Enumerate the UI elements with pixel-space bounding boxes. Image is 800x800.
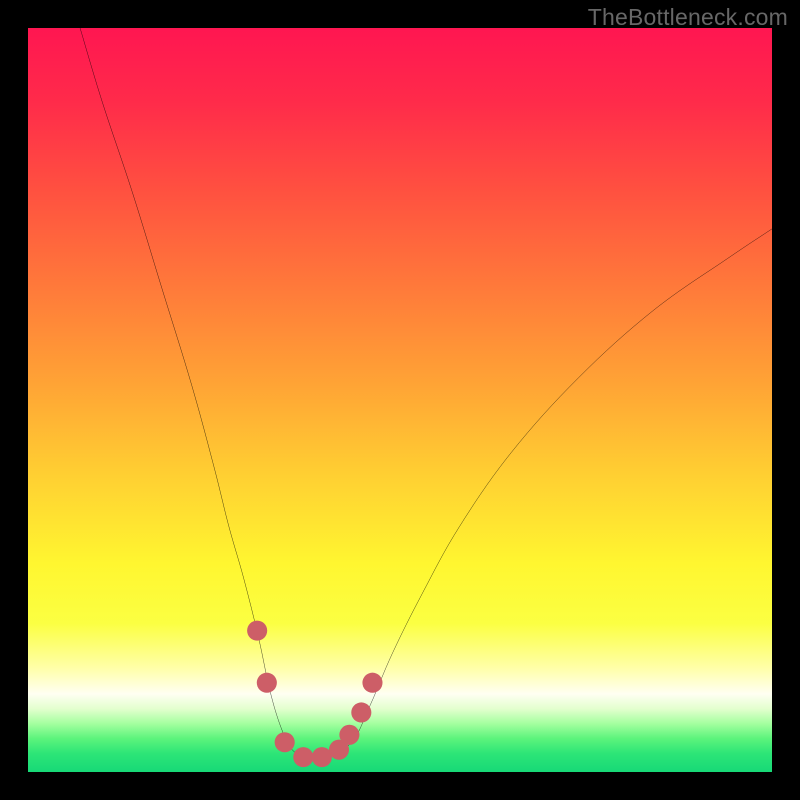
- highlight-dot: [312, 747, 332, 767]
- highlight-dot: [247, 621, 267, 641]
- curve-path: [80, 28, 772, 759]
- bottleneck-curve: [28, 28, 772, 772]
- highlight-dot: [257, 673, 277, 693]
- highlight-dot: [362, 673, 382, 693]
- highlight-dot: [293, 747, 313, 767]
- highlight-dot: [339, 725, 359, 745]
- highlight-dot: [275, 732, 295, 752]
- watermark-label: TheBottleneck.com: [588, 4, 788, 31]
- plot-area: [28, 28, 772, 772]
- highlighted-points: [247, 621, 382, 768]
- highlight-dot: [351, 702, 371, 722]
- chart-frame: TheBottleneck.com: [0, 0, 800, 800]
